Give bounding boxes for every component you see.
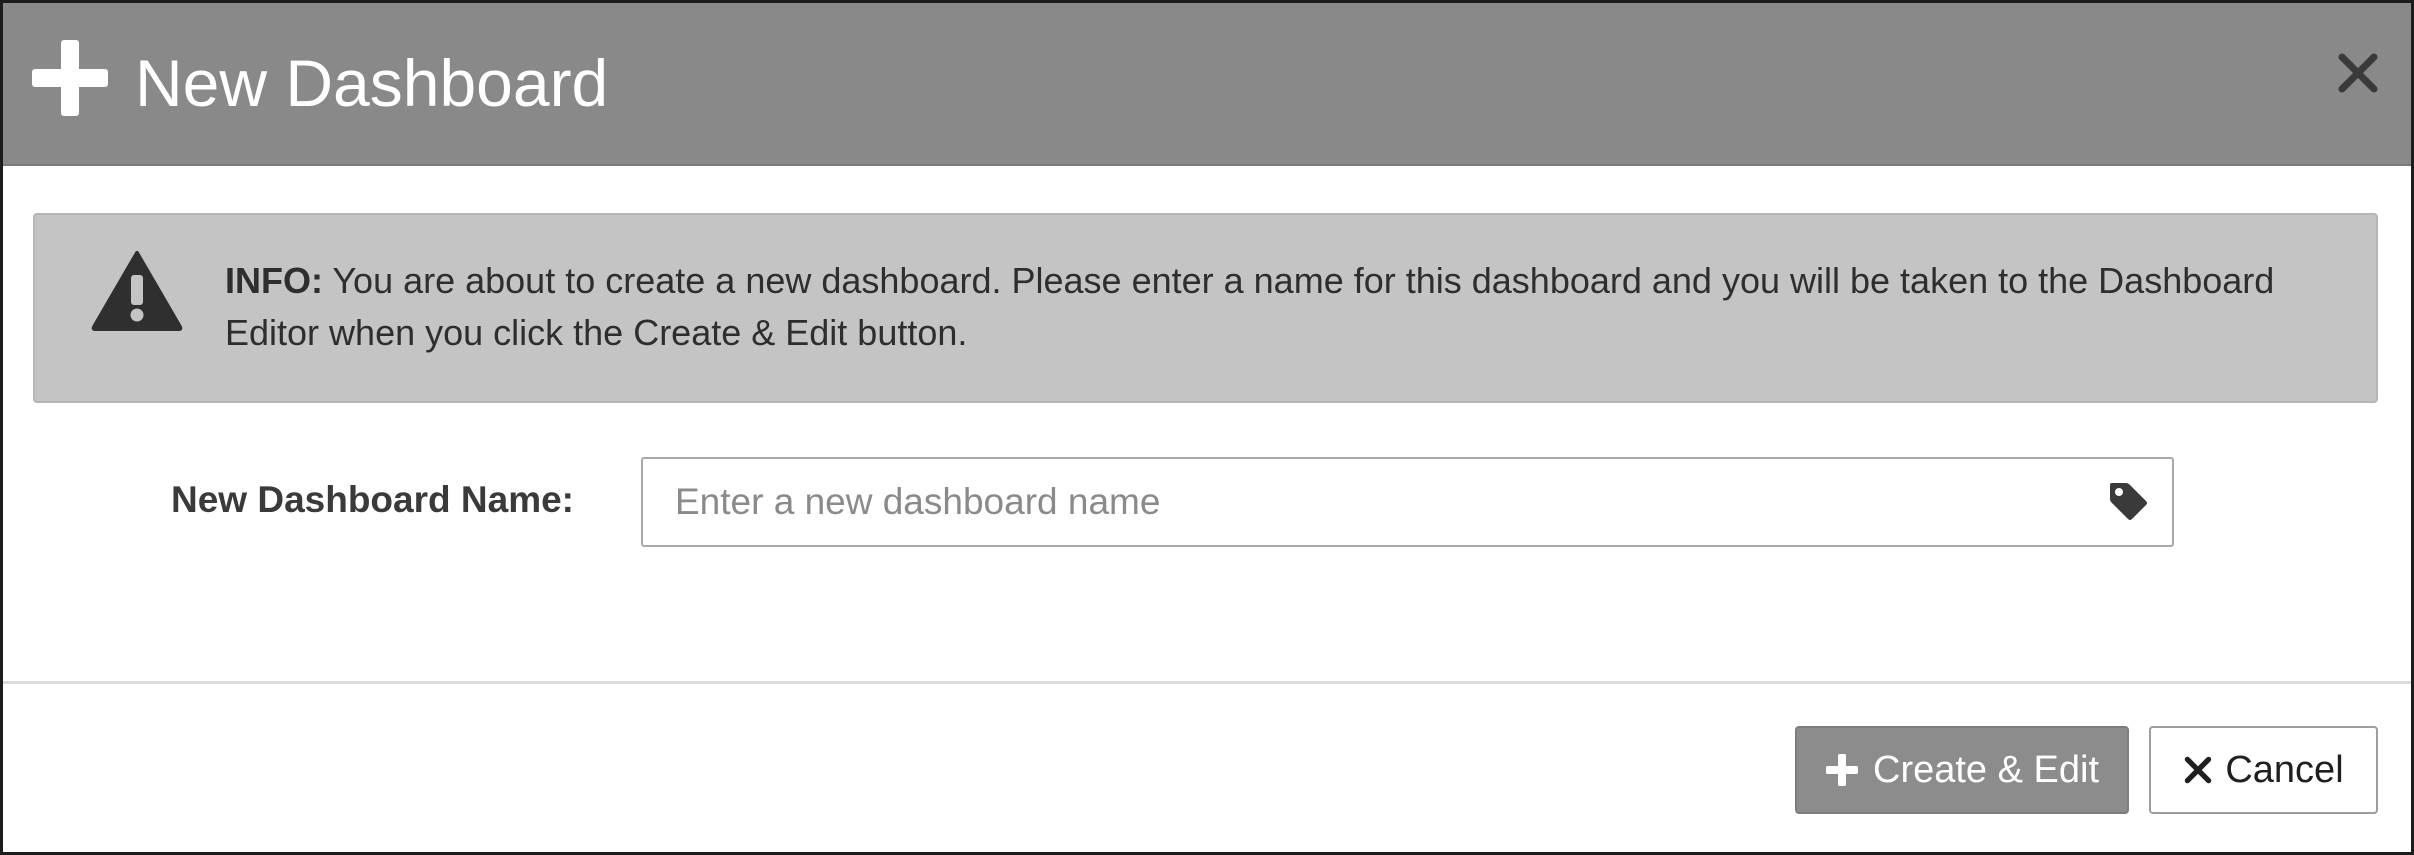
plus-icon <box>32 40 108 116</box>
cancel-button[interactable]: Cancel <box>2149 726 2378 814</box>
footer-divider <box>3 681 2411 684</box>
dashboard-name-field <box>641 457 2174 547</box>
info-alert: INFO: You are about to create a new dash… <box>33 213 2378 403</box>
create-edit-label: Create & Edit <box>1873 748 2099 791</box>
tag-icon <box>2110 483 2147 520</box>
dialog-header: New Dashboard <box>3 3 2411 166</box>
new-dashboard-dialog: New Dashboard INFO: You are about to cre… <box>0 0 2414 855</box>
info-message: INFO: You are about to create a new dash… <box>225 255 2305 359</box>
dashboard-name-input[interactable] <box>643 459 2172 545</box>
warning-icon <box>91 251 183 331</box>
info-text: You are about to create a new dashboard.… <box>225 260 2275 353</box>
info-label: INFO: <box>225 260 323 301</box>
dialog-title: New Dashboard <box>135 46 609 120</box>
cancel-label: Cancel <box>2225 748 2344 791</box>
close-icon <box>2185 756 2212 784</box>
dialog-body: INFO: You are about to create a new dash… <box>3 168 2411 681</box>
dashboard-name-label: New Dashboard Name: <box>171 479 574 520</box>
close-icon[interactable] <box>2333 48 2383 98</box>
create-edit-button[interactable]: Create & Edit <box>1795 726 2129 814</box>
plus-icon <box>1826 754 1858 786</box>
